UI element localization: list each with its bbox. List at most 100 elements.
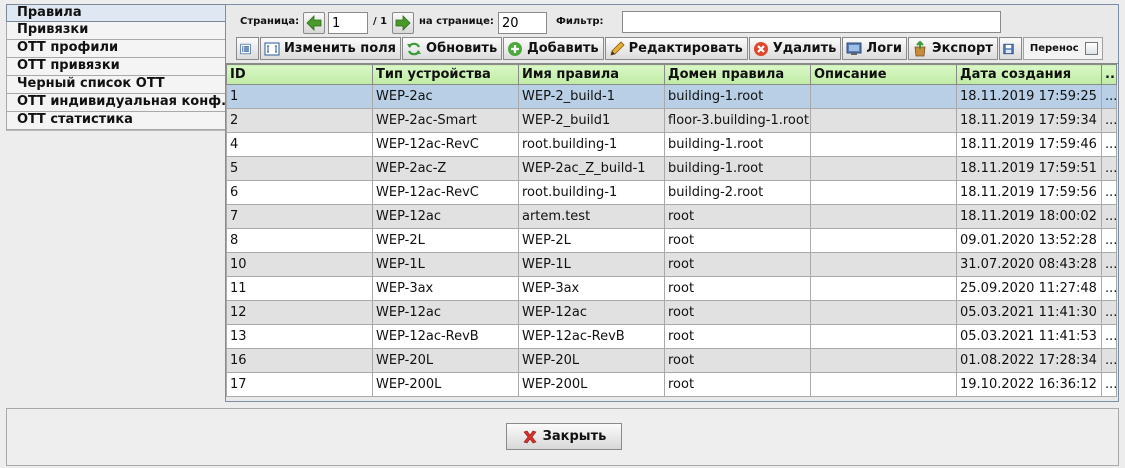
table-cell: WEP-2_build1 [518,108,665,133]
sidebar-item-ott-profiles[interactable]: ОТТ профили [6,40,226,58]
prev-page-button[interactable] [303,12,325,34]
table-cell: WEP-12ac-RevB [518,324,665,349]
close-label: Закрыть [542,429,607,444]
toolbar: Изменить поля Обновить Добавить Редактир… [236,37,1103,60]
table-cell: ... [1101,204,1117,229]
sidebar-item-ott-statistics[interactable]: ОТТ статистика [6,112,226,130]
table-cell: ... [1101,300,1117,325]
save-button[interactable] [998,37,1022,60]
sidebar-item-rules[interactable]: Правила [6,4,226,22]
table-row[interactable]: 10 WEP-1L WEP-1L root 31.07.2020 08:43:28... [226,252,1117,277]
column-settings-button[interactable] [236,37,259,60]
table-cell: ... [1101,132,1117,157]
close-icon [523,430,537,443]
close-button[interactable]: Закрыть [506,423,622,450]
table-cell [810,108,957,133]
table-cell: root [664,276,811,301]
fields-icon [264,42,280,55]
delete-button[interactable]: Удалить [748,37,842,60]
sidebar-item-ott-blacklist[interactable]: Черный список ОТТ [6,76,226,94]
table-cell: ... [1101,324,1117,349]
logs-label: Логи [866,41,903,56]
filter-input[interactable] [622,11,1001,33]
table-row[interactable]: 16 WEP-20L WEP-20L root 01.08.2022 17:28:34.… [226,348,1117,373]
table-row[interactable]: 13 WEP-12ac-RevB WEP-12ac-RevB root 05.03.20… [226,324,1117,349]
wrap-checkbox[interactable] [1084,42,1098,55]
floppy-disk-icon [1003,43,1014,54]
edit-label: Редактировать [628,41,743,56]
column-header-more[interactable]: .. [1101,64,1117,85]
table-row[interactable]: 17 WEP-200L WEP-200L root 19.10.2022 16:36:1… [226,372,1117,397]
table-cell: ... [1101,372,1117,397]
rules-table: ID Тип устройства Имя правила Домен прав… [226,63,1118,397]
table-cell: WEP-3ax [372,276,519,301]
sidebar-item-bindings[interactable]: Привязки [6,22,226,40]
table-header-row: ID Тип устройства Имя правила Домен прав… [226,64,1117,85]
refresh-button[interactable]: Обновить [402,37,503,60]
column-header-created-date[interactable]: Дата создания [956,64,1102,85]
table-cell: WEP-12ac-RevC [372,180,519,205]
table-body: 1 WEP-2ac WEP-2_build-1 building-1.root 18.1… [226,84,1117,397]
table-row[interactable]: 8 WEP-2L WEP-2L root 09.01.2020 13:52:28... [226,228,1117,253]
column-header-rule-domain[interactable]: Домен правила [664,64,811,85]
table-cell: floor-3.building-1.root [664,108,811,133]
table-row[interactable]: 5 WEP-2ac-Z WEP-2ac_Z_build-1 building-1.ro… [226,156,1117,181]
page-input[interactable] [328,12,368,34]
table-cell: WEP-12ac-RevB [372,324,519,349]
edit-button[interactable]: Редактировать [604,37,748,60]
table-cell: root.building-1 [518,180,665,205]
table-cell: 05.03.2021 11:41:30 [956,300,1102,325]
table-cell: root [664,324,811,349]
table-row[interactable]: 1 WEP-2ac WEP-2_build-1 building-1.root 18.1… [226,84,1117,109]
next-page-button[interactable] [392,12,414,34]
table-cell: building-1.root [664,156,811,181]
change-fields-button[interactable]: Изменить поля [260,37,402,60]
table-cell: 13 [226,324,373,349]
table-cell: 18.11.2019 17:59:56 [956,180,1102,205]
table-row[interactable]: 4 WEP-12ac-RevC root.building-1 building-1.… [226,132,1117,157]
filter-label: Фильтр: [556,16,604,27]
pencil-icon [610,40,625,56]
column-header-description[interactable]: Описание [810,64,957,85]
table-cell: ... [1101,84,1117,109]
table-cell: root [664,252,811,277]
table-cell: WEP-3ax [518,276,665,301]
table-cell: artem.test [518,204,665,229]
table-cell: 4 [226,132,373,157]
wrap-toggle[interactable]: Перенос [1022,37,1103,60]
pager-bar: Страница: / 1 на странице: Фильтр: Измен… [226,5,1118,63]
table-cell: WEP-1L [372,252,519,277]
table-cell [810,372,957,397]
table-cell: 18.11.2019 17:59:46 [956,132,1102,157]
add-button[interactable]: Добавить [503,37,604,60]
table-row[interactable]: 7 WEP-12ac artem.test root 18.11.2019 18:00:… [226,204,1117,229]
logs-button[interactable]: Логи [842,37,908,60]
column-header-device-type[interactable]: Тип устройства [372,64,519,85]
delete-label: Удалить [772,41,837,56]
table-row[interactable]: 12 WEP-12ac WEP-12ac root 05.03.2021 11:41:3… [226,300,1117,325]
table-cell: WEP-12ac [372,300,519,325]
column-header-id[interactable]: ID [226,64,373,85]
table-row[interactable]: 11 WEP-3ax WEP-3ax root 25.09.2020 11:27:48.… [226,276,1117,301]
table-row[interactable]: 2 WEP-2ac-Smart WEP-2_build1 floor-3.buildi… [226,108,1117,133]
sidebar: Правила Привязки ОТТ профили ОТТ привязк… [6,4,226,130]
table-cell [810,252,957,277]
per-page-input[interactable] [498,12,547,34]
table-cell: WEP-200L [518,372,665,397]
export-button[interactable]: Экспорт [908,37,998,60]
sidebar-item-ott-bindings[interactable]: ОТТ привязки [6,58,226,76]
table-cell: 11 [226,276,373,301]
page-label: Страница: [240,16,300,27]
table-cell: ... [1101,156,1117,181]
column-header-rule-name[interactable]: Имя правила [518,64,665,85]
table-cell: root.building-1 [518,132,665,157]
table-cell: 18.11.2019 17:59:25 [956,84,1102,109]
sidebar-item-ott-individual-config[interactable]: ОТТ индивидуальная конф. [6,94,226,112]
table-cell: ... [1101,180,1117,205]
table-cell: root [664,204,811,229]
table-cell: WEP-20L [518,348,665,373]
table-cell: 18.11.2019 17:59:51 [956,156,1102,181]
per-page-label: на странице: [419,16,494,27]
table-row[interactable]: 6 WEP-12ac-RevC root.building-1 building-2.… [226,180,1117,205]
arrow-left-icon [306,15,322,31]
